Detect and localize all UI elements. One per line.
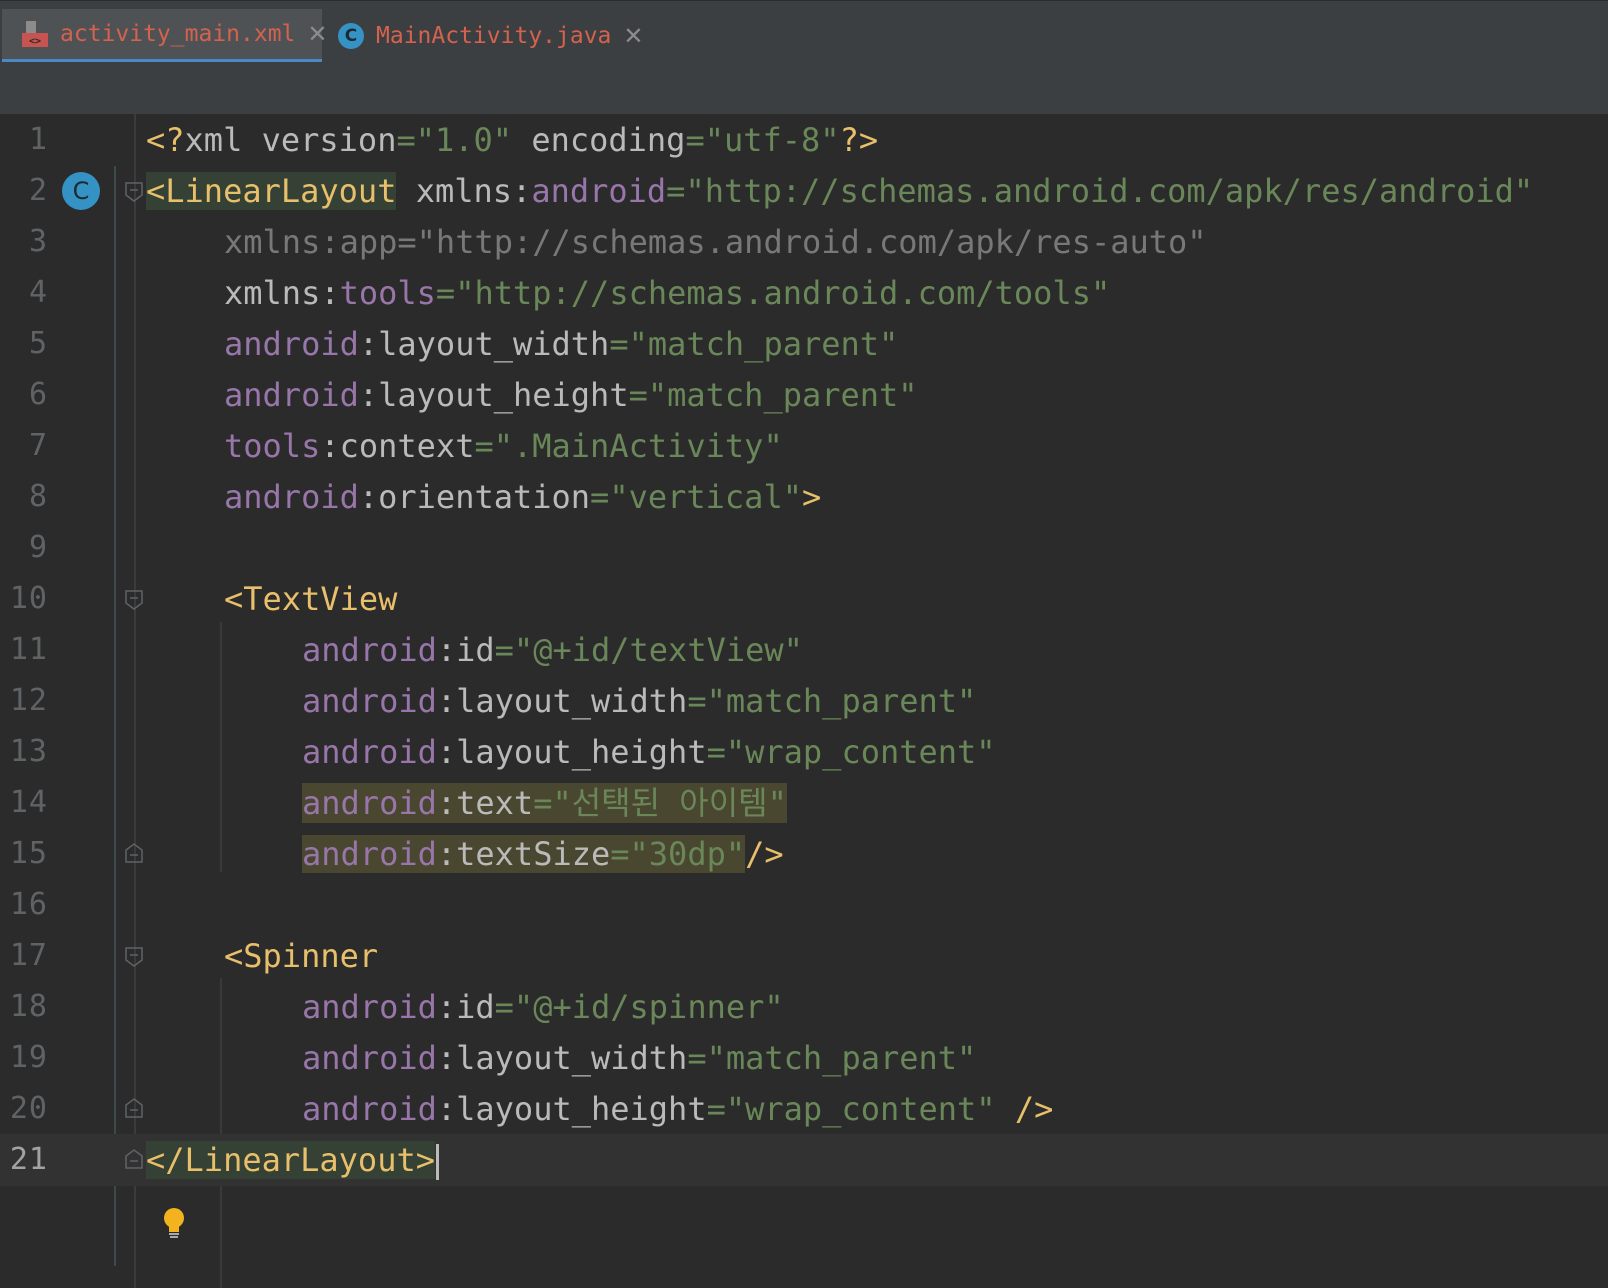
code-line: 13 android:layout_height="wrap_content"	[0, 726, 1608, 778]
indent-guide	[220, 1178, 222, 1288]
code-text: android:id="@+id/textView"	[302, 631, 803, 669]
code-text: <?xml version="1.0" encoding="utf-8"?>	[146, 121, 879, 159]
line-number: 17	[9, 938, 48, 973]
fold-icon[interactable]	[124, 589, 144, 611]
editor-tab-bar: <> activity_main.xml ✕ C MainActivity.ja…	[0, 0, 1608, 63]
line-number: 1	[28, 122, 48, 157]
lightbulb-icon[interactable]	[162, 1206, 186, 1240]
tab-label: MainActivity.java	[376, 23, 612, 49]
code-line: 18 android:id="@+id/spinner"	[0, 981, 1608, 1033]
code-line: 19 android:layout_width="match_parent"	[0, 1032, 1608, 1084]
code-editor[interactable]: C 1 <?xml version="1.0" encoding="utf-8"…	[0, 114, 1608, 1288]
fold-end-icon[interactable]	[124, 1148, 144, 1170]
code-line: 1 <?xml version="1.0" encoding="utf-8"?>	[0, 114, 1608, 166]
line-number: 15	[9, 836, 48, 871]
line-number: 8	[28, 479, 48, 514]
code-text: android:layout_height="wrap_content"	[302, 733, 996, 771]
svg-text:<>: <>	[29, 36, 41, 47]
code-text: android:id="@+id/spinner"	[302, 988, 784, 1026]
code-line: 14 android:text="선택된 아이템"	[0, 777, 1608, 829]
code-line: 15 android:textSize="30dp"/>	[0, 828, 1608, 880]
line-number: 4	[28, 275, 48, 310]
close-tab-icon[interactable]: ✕	[307, 20, 327, 48]
line-number: 9	[28, 530, 48, 565]
code-line: 20 android:layout_height="wrap_content" …	[0, 1083, 1608, 1135]
xml-file-icon: <>	[20, 19, 50, 49]
code-line: 5 android:layout_width="match_parent"	[0, 318, 1608, 370]
code-line: 17 <Spinner	[0, 930, 1608, 982]
line-number: 6	[28, 377, 48, 412]
code-text: <LinearLayout xmlns:android="http://sche…	[146, 172, 1534, 210]
code-line: 12 android:layout_width="match_parent"	[0, 675, 1608, 727]
text-caret	[435, 1144, 439, 1180]
code-text: tools:context=".MainActivity"	[224, 427, 783, 465]
hardcoded-text-warning[interactable]: android:text="선택된 아이템"	[302, 783, 787, 823]
fold-icon[interactable]	[124, 181, 144, 203]
code-line: 16	[0, 879, 1608, 931]
tab-mainactivity-java[interactable]: C MainActivity.java ✕	[338, 9, 644, 63]
fold-icon[interactable]	[124, 946, 144, 968]
line-number: 18	[9, 989, 48, 1024]
code-text: android:layout_width="match_parent"	[302, 682, 977, 720]
line-number: 20	[9, 1091, 48, 1126]
line-number: 14	[9, 785, 48, 820]
ide-window: <> activity_main.xml ✕ C MainActivity.ja…	[0, 0, 1608, 1288]
code-text: <TextView	[224, 580, 398, 618]
line-number: 13	[9, 734, 48, 769]
fold-end-icon[interactable]	[124, 842, 144, 864]
code-text: android:layout_width="match_parent"	[302, 1039, 977, 1077]
line-number: 19	[9, 1040, 48, 1075]
line-number: 10	[9, 581, 48, 616]
code-text: </LinearLayout>	[146, 1140, 439, 1180]
fold-end-icon[interactable]	[124, 1097, 144, 1119]
editor-breadcrumb-bar	[0, 62, 1608, 115]
line-number: 7	[28, 428, 48, 463]
code-line: 8 android:orientation="vertical">	[0, 471, 1608, 523]
code-text: android:layout_width="match_parent"	[224, 325, 899, 363]
tab-activity-main-xml[interactable]: <> activity_main.xml ✕	[2, 9, 328, 63]
code-line: 4 xmlns:tools="http://schemas.android.co…	[0, 267, 1608, 319]
code-line: 6 android:layout_height="match_parent"	[0, 369, 1608, 421]
code-line-current: 21 </LinearLayout>	[0, 1134, 1608, 1186]
line-number: 2	[28, 173, 48, 208]
code-line: 3 xmlns:app="http://schemas.android.com/…	[0, 216, 1608, 268]
code-line: 9	[0, 522, 1608, 574]
code-text: android:textSize="30dp"/>	[302, 835, 784, 873]
line-number: 16	[9, 887, 48, 922]
textsize-warning[interactable]: android:textSize="30dp"	[302, 835, 746, 873]
line-number: 21	[9, 1142, 48, 1177]
class-icon: C	[338, 23, 364, 49]
code-line: 10 <TextView	[0, 573, 1608, 625]
line-number: 5	[28, 326, 48, 361]
line-number: 12	[9, 683, 48, 718]
code-line: 11 android:id="@+id/textView"	[0, 624, 1608, 676]
line-number: 3	[28, 224, 48, 259]
code-line: 7 tools:context=".MainActivity"	[0, 420, 1608, 472]
code-text: android:layout_height="wrap_content" />	[302, 1090, 1054, 1128]
code-text: android:orientation="vertical">	[224, 478, 822, 516]
code-text: <Spinner	[224, 937, 379, 975]
line-number: 11	[9, 632, 48, 667]
code-text: xmlns:app="http://schemas.android.com/ap…	[224, 223, 1207, 261]
code-line: 2 <LinearLayout xmlns:android="http://sc…	[0, 165, 1608, 217]
code-text: android:layout_height="match_parent"	[224, 376, 918, 414]
tab-label: activity_main.xml	[60, 21, 296, 47]
close-tab-icon[interactable]: ✕	[623, 22, 643, 50]
code-text: xmlns:tools="http://schemas.android.com/…	[224, 274, 1111, 312]
